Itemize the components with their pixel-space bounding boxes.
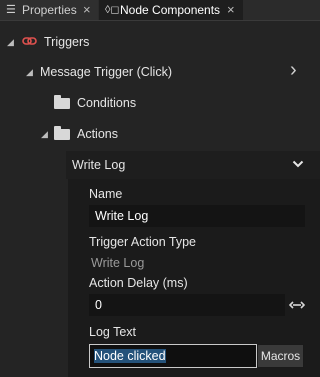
- macros-button[interactable]: Macros: [257, 344, 304, 368]
- log-text-value: Node clicked: [94, 349, 166, 363]
- name-label: Name: [89, 187, 123, 201]
- chevron-right-icon[interactable]: ›: [290, 59, 297, 82]
- log-text-label: Log Text: [89, 325, 137, 339]
- close-tab-properties-icon[interactable]: ×: [83, 0, 91, 20]
- trigger-action-type-value: Write Log: [91, 256, 145, 270]
- action-delay-input[interactable]: 0: [89, 294, 285, 316]
- tree-label-conditions: Conditions: [77, 96, 137, 110]
- tree-row-message-trigger[interactable]: ◢ Message Trigger (Click) ›: [0, 59, 320, 83]
- tab-properties-label: Properties: [22, 3, 77, 17]
- expanded-arrow-icon[interactable]: ◢: [7, 37, 14, 48]
- tree-row-conditions[interactable]: Conditions: [0, 92, 320, 114]
- expanded-arrow-icon[interactable]: ◢: [41, 129, 48, 140]
- list-icon: ☰: [6, 4, 16, 16]
- tab-bar: ☰ Properties × ◊◻ Node Components ×: [0, 0, 320, 21]
- write-log-header[interactable]: Write Log: [66, 151, 320, 179]
- action-delay-value: 0: [95, 298, 102, 312]
- chevron-down-icon[interactable]: [292, 160, 304, 168]
- tree-label-actions: Actions: [77, 127, 118, 141]
- folder-icon: [54, 126, 70, 140]
- expanded-arrow-icon[interactable]: ◢: [26, 67, 33, 78]
- trigger-icon: [22, 37, 37, 45]
- drag-arrows-icon[interactable]: [289, 300, 305, 310]
- trigger-action-type-label: Trigger Action Type: [89, 235, 197, 249]
- tab-node-components[interactable]: ◊◻ Node Components ×: [99, 0, 243, 20]
- tree-row-actions[interactable]: ◢ Actions: [0, 123, 320, 145]
- write-log-title: Write Log: [72, 158, 126, 172]
- name-input[interactable]: Write Log: [89, 205, 305, 227]
- tree-label-triggers: Triggers: [44, 35, 90, 49]
- tab-node-components-label: Node Components: [120, 3, 221, 17]
- close-tab-node-components-icon[interactable]: ×: [227, 0, 235, 20]
- folder-icon: [54, 95, 70, 109]
- tab-properties[interactable]: ☰ Properties ×: [0, 0, 98, 20]
- node-components-icon: ◊◻: [105, 4, 120, 16]
- tree-label-message-trigger: Message Trigger (Click): [40, 65, 172, 79]
- tree-row-triggers[interactable]: ◢ Triggers: [0, 31, 320, 51]
- log-text-input[interactable]: Node clicked: [89, 344, 257, 368]
- name-input-value: Write Log: [95, 209, 149, 223]
- action-delay-label: Action Delay (ms): [89, 276, 188, 290]
